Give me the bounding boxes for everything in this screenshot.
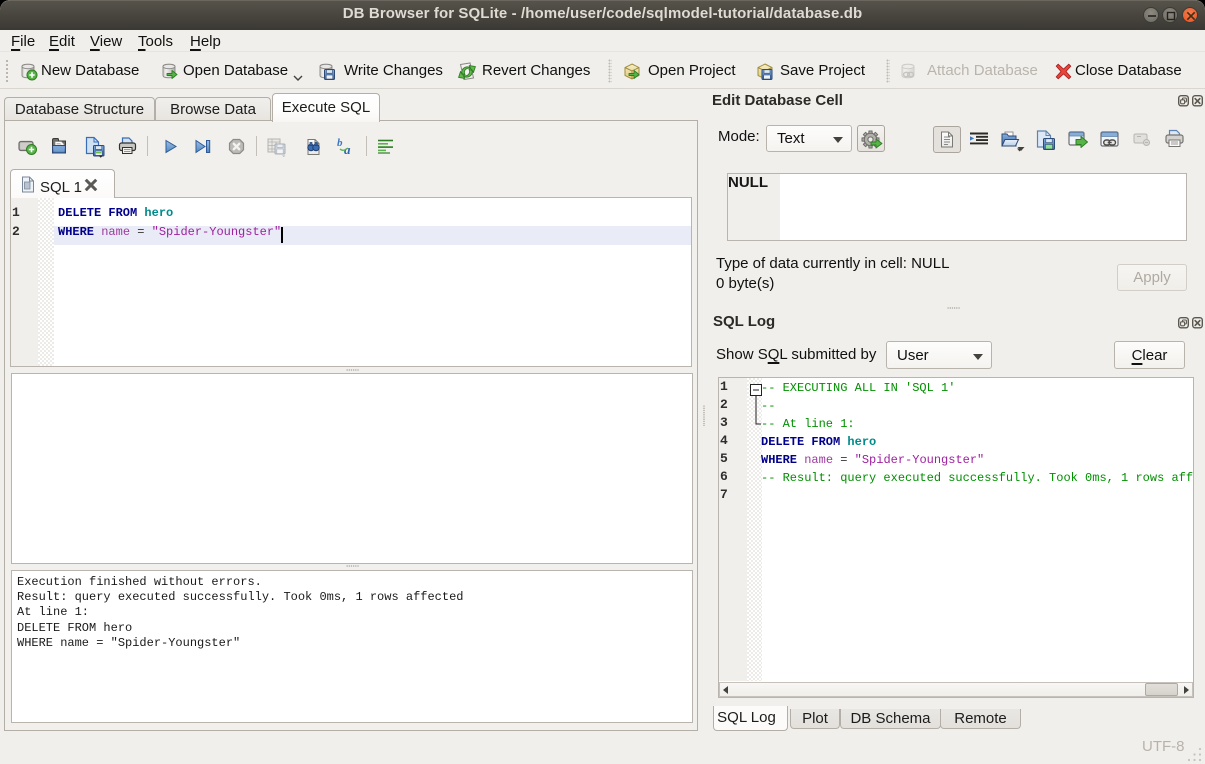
svg-text:b: b	[337, 137, 343, 149]
